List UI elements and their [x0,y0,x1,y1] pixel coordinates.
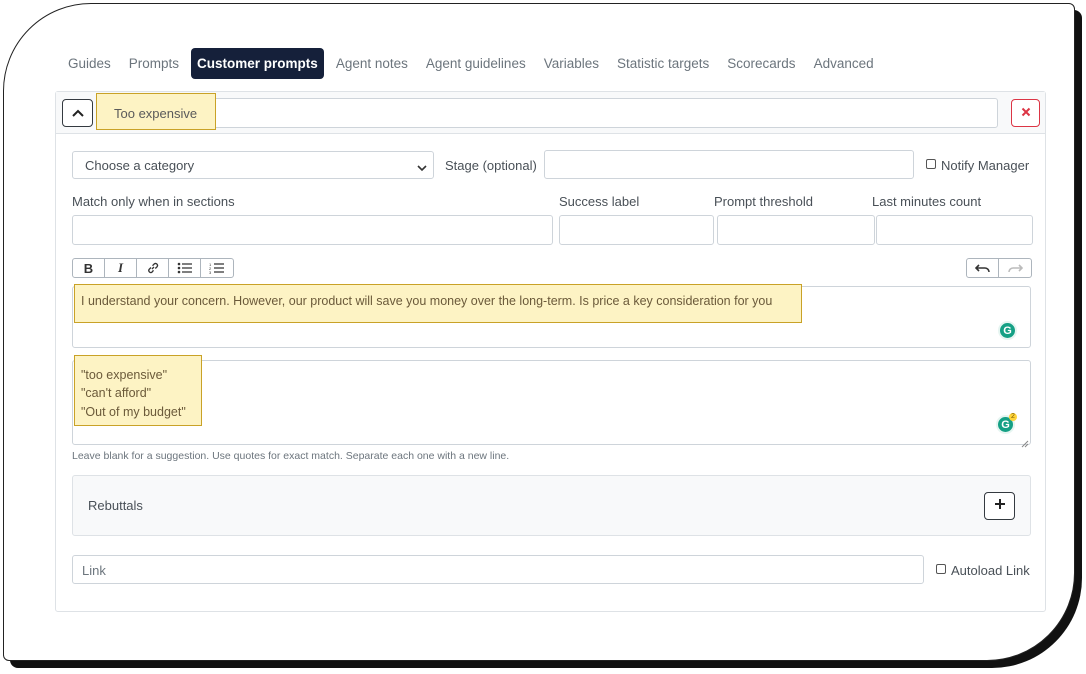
rebuttals-section: Rebuttals [72,475,1031,536]
link-icon[interactable] [137,259,169,277]
trigger-hint: Leave blank for a suggestion. Use quotes… [72,450,510,462]
grammarly-icon[interactable]: G [998,321,1017,340]
panel-header: Too expensive [56,92,1045,134]
link-placeholder: Link [82,563,106,578]
sections-label: Match only when in sections [72,194,235,209]
page-card: Guides Prompts Customer prompts Agent no… [3,3,1075,661]
prompt-name-value: Too expensive [114,106,198,121]
prompt-threshold-label: Prompt threshold [714,194,813,209]
bold-icon[interactable]: B [73,259,105,277]
stage-input[interactable] [544,150,914,179]
prompt-threshold-input[interactable] [717,215,875,245]
last-minutes-label: Last minutes count [872,194,982,209]
resize-handle-icon[interactable] [1021,435,1029,453]
sections-input[interactable] [72,215,553,245]
close-icon [1021,104,1031,122]
tab-agent-notes[interactable]: Agent notes [327,48,417,79]
trigger-line: "can't afford" [81,386,152,400]
svg-text:3: 3 [209,270,212,274]
add-rebuttal-button[interactable] [984,492,1015,520]
bullet-list-icon[interactable] [169,259,201,277]
collapse-button[interactable] [62,99,93,127]
tab-guides[interactable]: Guides [59,48,120,79]
redo-icon[interactable] [999,259,1031,277]
customer-prompt-panel: Too expensive Choose a category Stage (o… [55,91,1046,612]
autoload-link-label: Autoload Link [951,563,1030,578]
trigger-phrases-textarea[interactable] [72,360,1031,445]
success-label-input[interactable] [559,215,714,245]
tab-variables[interactable]: Variables [535,48,608,79]
undo-redo-group [966,258,1032,278]
editor-toolbar: B I 123 [72,258,234,278]
rebuttals-label: Rebuttals [88,498,143,513]
tab-customer-prompts[interactable]: Customer prompts [191,48,324,79]
tab-bar: Guides Prompts Customer prompts Agent no… [59,48,883,79]
trigger-line: "Out of my budget" [81,405,186,419]
chevron-up-icon [71,104,84,122]
notify-manager-checkbox[interactable] [926,159,936,169]
undo-icon[interactable] [967,259,999,277]
tab-statistic-targets[interactable]: Statistic targets [608,48,718,79]
grammarly-count-badge: 2 [1009,413,1017,421]
link-input[interactable]: Link [72,555,924,584]
autoload-link-checkbox[interactable] [936,564,946,574]
delete-button[interactable] [1011,99,1040,127]
chevron-down-icon [417,160,427,175]
tab-scorecards[interactable]: Scorecards [718,48,804,79]
italic-icon[interactable]: I [105,259,137,277]
numbered-list-icon[interactable]: 123 [201,259,233,277]
last-minutes-input[interactable] [876,215,1033,245]
category-select-value: Choose a category [85,158,195,173]
plus-icon [994,497,1006,515]
category-select[interactable]: Choose a category [72,151,434,179]
trigger-line: "too expensive" [81,368,168,382]
response-text: I understand your concern. However, our … [81,294,773,308]
prompt-name-input[interactable] [100,98,998,128]
tab-advanced[interactable]: Advanced [805,48,883,79]
tab-agent-guidelines[interactable]: Agent guidelines [417,48,535,79]
success-label-label: Success label [559,194,640,209]
stage-label: Stage (optional) [445,158,537,173]
notify-manager-label: Notify Manager [941,158,1030,173]
tab-prompts[interactable]: Prompts [120,48,188,79]
